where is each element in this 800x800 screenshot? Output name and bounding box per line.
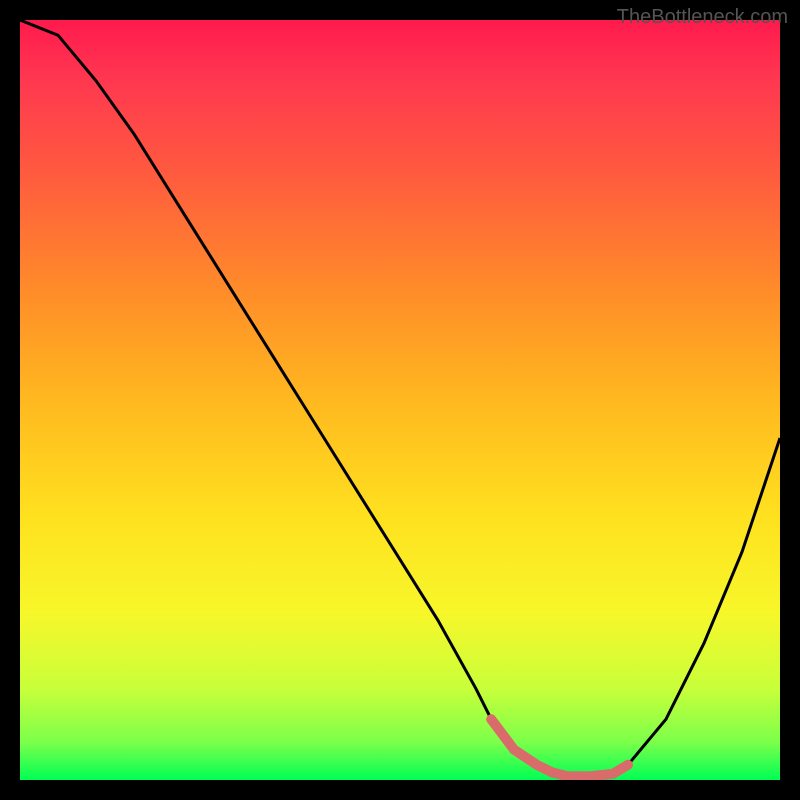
watermark-text: TheBottleneck.com — [617, 6, 788, 29]
highlight-band — [491, 719, 628, 776]
bottleneck-curve — [20, 20, 780, 776]
chart-svg — [20, 20, 780, 780]
chart-container: TheBottleneck.com — [0, 0, 800, 800]
